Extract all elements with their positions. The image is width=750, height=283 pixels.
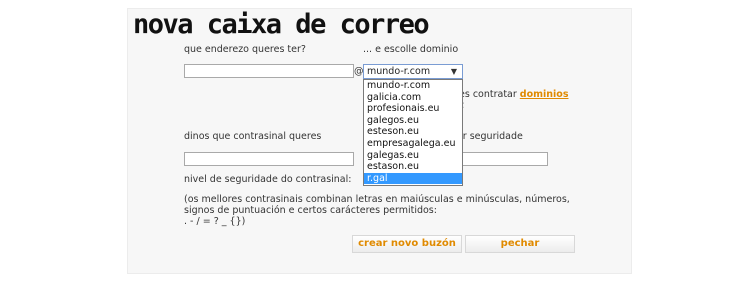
domain-option[interactable]: esteson.eu xyxy=(364,126,462,138)
password-label: dinos que contrasinal queres xyxy=(184,131,322,142)
strength-label: nivel de seguridade do contrasinal: xyxy=(184,174,352,185)
repeat-password-label: or seguridade xyxy=(457,131,523,142)
chevron-down-icon[interactable]: ▼ xyxy=(451,65,457,78)
domain-select[interactable]: mundo-r.com ▼ xyxy=(363,64,463,79)
password-note-text: (os mellores contrasinais combinan letra… xyxy=(184,194,570,227)
domain-option[interactable]: estason.eu xyxy=(364,161,462,173)
domain-dropdown-list: mundo-r.com galicia.com profesionais.eu … xyxy=(363,79,463,186)
domain-option[interactable]: profesionais.eu xyxy=(364,103,462,115)
domain-option-highlighted[interactable]: r.gal xyxy=(364,172,462,185)
domain-option[interactable]: empresagalega.eu xyxy=(364,138,462,150)
domain-select-value: mundo-r.com xyxy=(367,66,431,77)
address-label: que enderezo queres ter? xyxy=(184,44,306,55)
domains-link[interactable]: dominios xyxy=(520,89,569,100)
page-title: nova caixa de correo xyxy=(133,9,430,40)
address-input[interactable] xyxy=(184,64,354,78)
domain-option[interactable]: galegas.eu xyxy=(364,150,462,162)
domain-option[interactable]: mundo-r.com xyxy=(364,80,462,92)
contract-domains-hint: es contratar dominios xyxy=(459,89,568,100)
repeat-password-input[interactable] xyxy=(459,152,548,166)
password-input[interactable] xyxy=(184,152,354,166)
domain-label: ... e escolle dominio xyxy=(363,44,459,55)
domain-option[interactable]: galicia.com xyxy=(364,92,462,104)
create-mailbox-button[interactable]: crear novo buzón xyxy=(352,235,462,253)
password-note: (os mellores contrasinais combinan letra… xyxy=(184,194,579,227)
domain-option[interactable]: galegos.eu xyxy=(364,115,462,127)
contract-domains-text: es contratar xyxy=(459,89,520,100)
close-button[interactable]: pechar xyxy=(465,235,575,253)
